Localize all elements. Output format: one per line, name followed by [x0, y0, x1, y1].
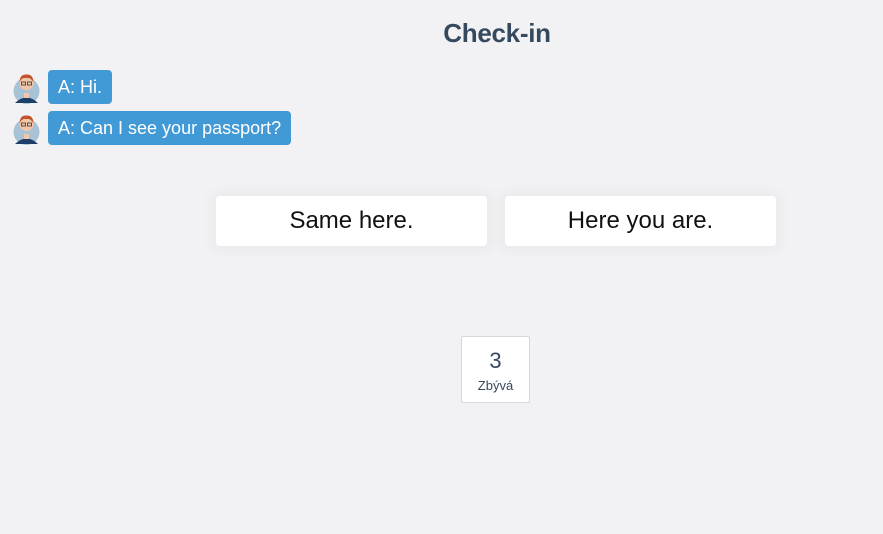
person-avatar-icon [12, 69, 41, 105]
chat-message: A: Hi. [12, 69, 291, 105]
answer-options: Same here. Here you are. [200, 180, 792, 262]
chat-bubble: A: Can I see your passport? [48, 111, 292, 145]
remaining-label: Zbývá [477, 378, 514, 393]
chat-log: A: Hi. A: Can I see your passport? [12, 69, 292, 151]
answer-option-button[interactable]: Here you are. [505, 196, 776, 246]
remaining-counter: 3 Zbývá [461, 336, 530, 403]
remaining-count: 3 [489, 348, 502, 373]
chat-bubble: A: Hi. [48, 70, 113, 104]
chat-message: A: Can I see your passport? [12, 110, 292, 146]
answer-option-button[interactable]: Same here. [216, 196, 487, 246]
person-avatar-icon [12, 110, 41, 146]
page-title: Check-in [443, 18, 551, 48]
